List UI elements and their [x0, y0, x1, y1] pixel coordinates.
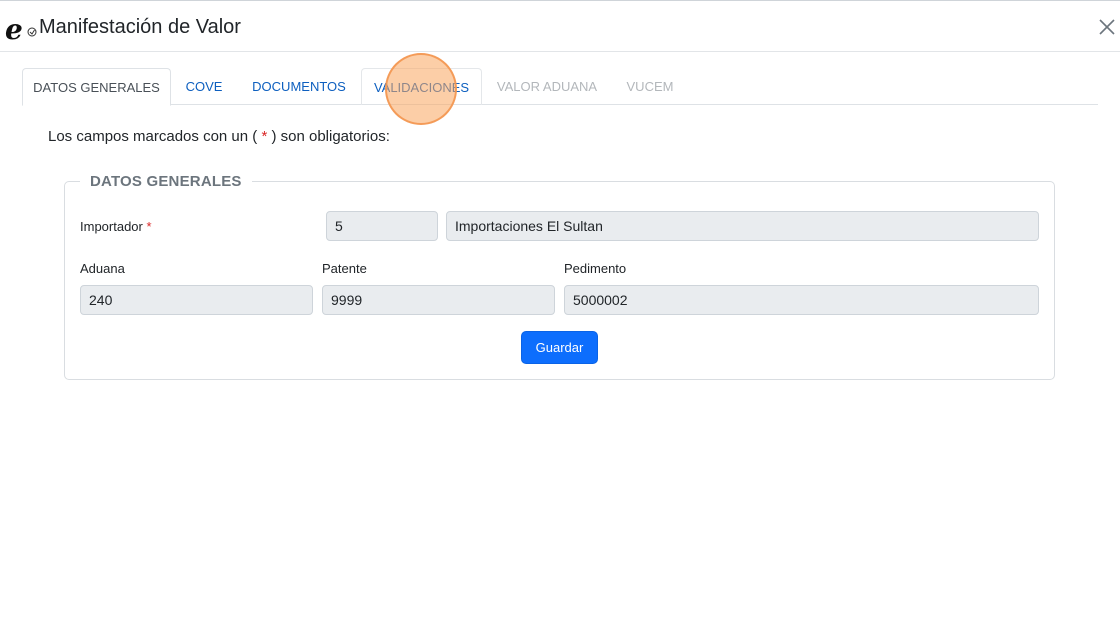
tab-vucem: VUCEM: [626, 79, 674, 94]
tab-cove[interactable]: COVE: [172, 68, 236, 105]
tab-bar: DATOS GENERALES COVE DOCUMENTOS VALIDACI…: [22, 68, 1098, 106]
fieldset-legend: DATOS GENERALES: [80, 173, 252, 190]
save-button[interactable]: Guardar: [521, 331, 598, 364]
required-fields-note: Los campos marcados con un ( * ) son obl…: [48, 128, 390, 145]
tab-valor-aduana: VALOR ADUANA: [496, 79, 598, 94]
required-star: *: [261, 128, 268, 145]
importador-label-text: Importador: [80, 219, 143, 234]
svg-text:e: e: [5, 14, 23, 44]
required-note-prefix: Los campos marcados con un (: [48, 128, 258, 145]
patente-field[interactable]: 9999: [322, 285, 555, 315]
importador-code-field[interactable]: 5: [326, 211, 438, 241]
patente-label: Patente: [322, 261, 367, 276]
modal-header: e Manifestación de Valor: [0, 0, 1120, 52]
aduana-label: Aduana: [80, 261, 125, 276]
importador-name-field[interactable]: Importaciones El Sultan: [446, 211, 1039, 241]
pedimento-label: Pedimento: [564, 261, 627, 276]
importador-label: Importador *: [80, 219, 152, 234]
required-note-suffix: ) son obligatorios:: [271, 128, 390, 145]
aduana-field[interactable]: 240: [80, 285, 313, 315]
close-icon[interactable]: [1098, 18, 1116, 36]
tab-datos-generales[interactable]: DATOS GENERALES: [22, 68, 171, 106]
modal-window: e Manifestación de Valor DATOS GENERALES…: [0, 0, 1120, 626]
modal-title: Manifestación de Valor: [39, 16, 241, 38]
pedimento-field[interactable]: 5000002: [564, 285, 1039, 315]
importador-required-mark: *: [146, 219, 152, 234]
tab-documentos[interactable]: DOCUMENTOS: [240, 68, 358, 105]
tab-validaciones[interactable]: VALIDACIONES: [361, 68, 482, 105]
e-logo-icon: e: [5, 14, 37, 44]
